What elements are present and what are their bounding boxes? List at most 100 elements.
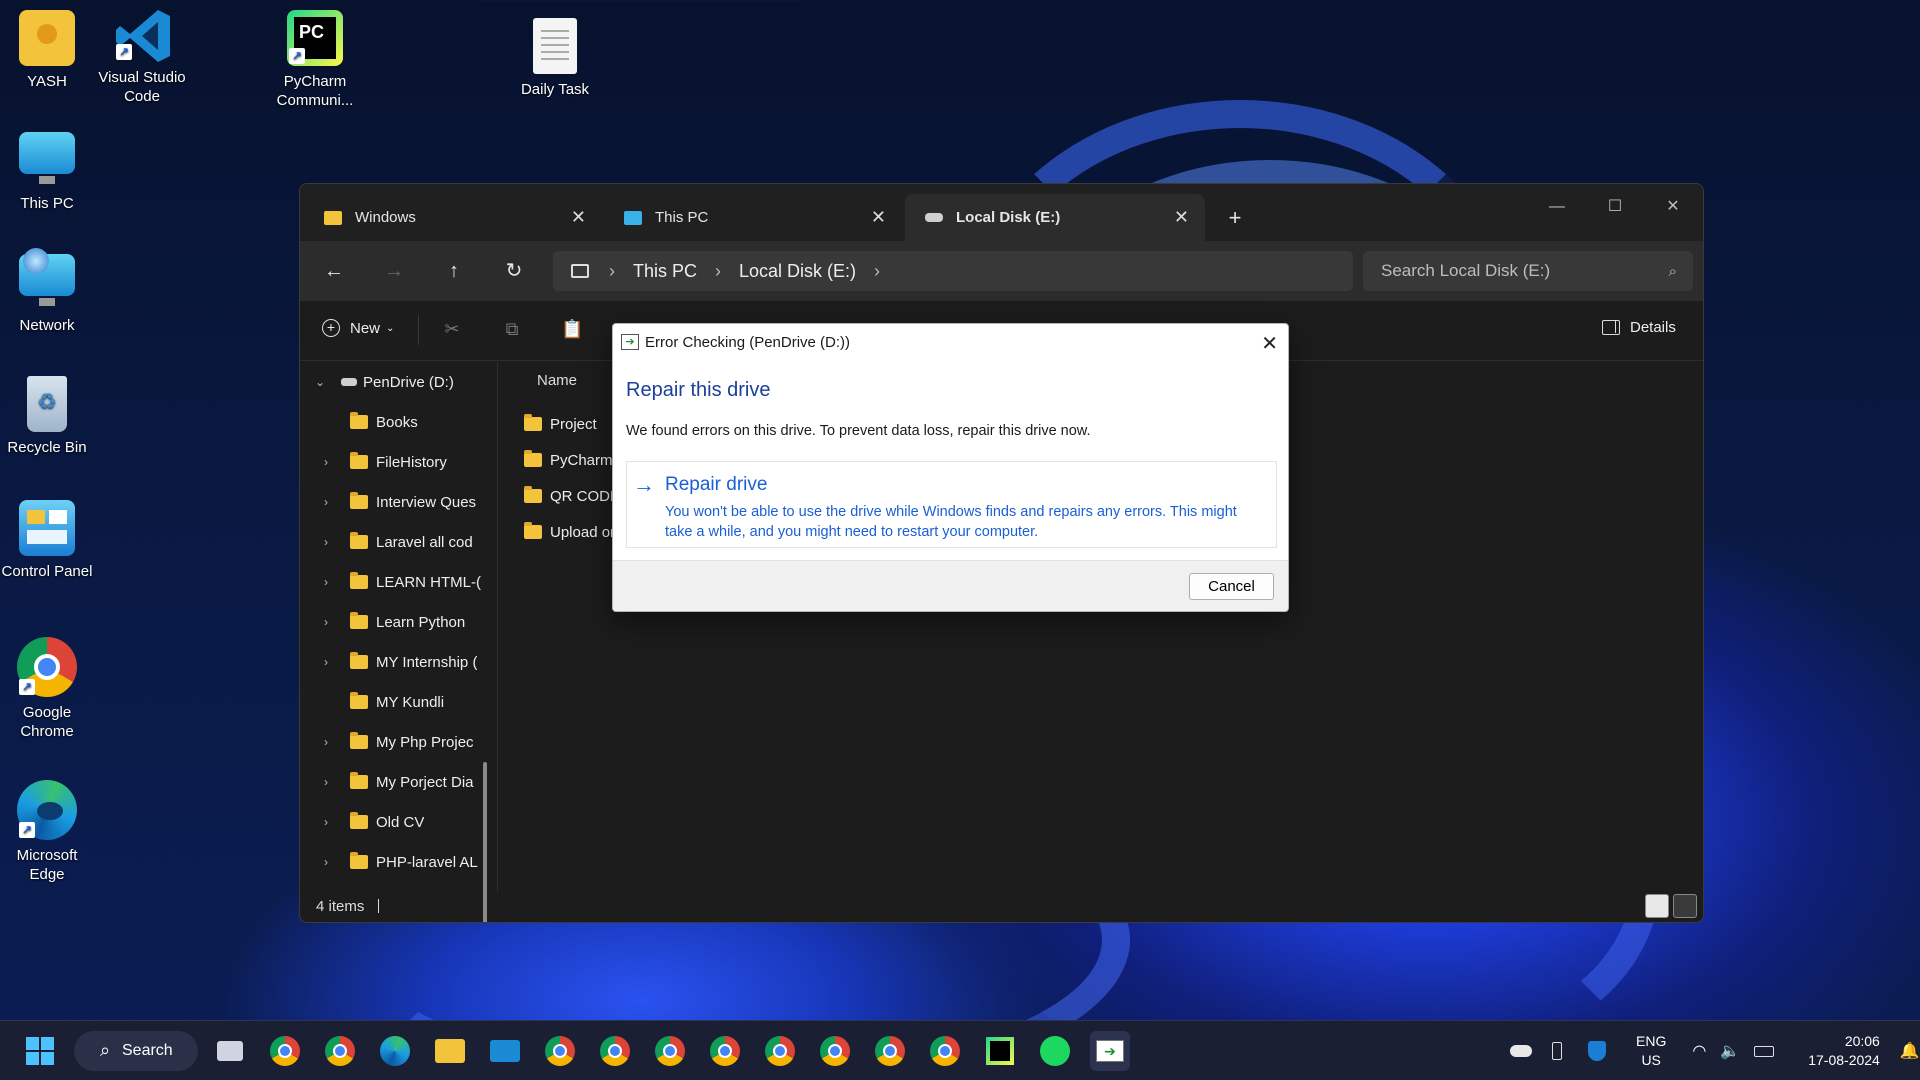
close-tab-icon[interactable]: ✕ bbox=[571, 207, 586, 228]
address-bar[interactable]: › This PC › Local Disk (E:) › bbox=[553, 251, 1353, 291]
region-label: US bbox=[1641, 1052, 1661, 1068]
breadcrumb-local-disk[interactable]: Local Disk (E:) bbox=[739, 261, 856, 282]
volume-icon[interactable]: 🔈 bbox=[1720, 1041, 1740, 1061]
paste-icon[interactable]: 📋 bbox=[561, 319, 583, 341]
tree-item[interactable]: MY Kundli bbox=[324, 682, 444, 722]
chrome-profile-icon[interactable] bbox=[760, 1031, 800, 1071]
mail-icon[interactable] bbox=[485, 1031, 525, 1071]
close-window-button[interactable]: ✕ bbox=[1650, 192, 1696, 222]
desktop-icon-pycharm[interactable]: PC ↗ PyCharm Communi... bbox=[267, 10, 363, 110]
desktop-icon-google-chrome[interactable]: ↗ Google Chrome bbox=[0, 637, 95, 741]
desktop-icon-yash[interactable]: YASH bbox=[0, 10, 95, 91]
start-button[interactable] bbox=[20, 1031, 60, 1071]
cut-icon[interactable]: ✂ bbox=[441, 319, 463, 341]
error-checking-taskbar-icon[interactable]: ➔ bbox=[1090, 1031, 1130, 1071]
tab-local-disk-e[interactable]: Local Disk (E:) ✕ bbox=[905, 194, 1205, 241]
tab-this-pc[interactable]: This PC ✕ bbox=[604, 194, 902, 241]
wifi-icon[interactable]: ◠ bbox=[1692, 1041, 1706, 1061]
tree-item[interactable]: › PHP-laravel AL bbox=[324, 842, 478, 882]
repair-drive-option[interactable]: → Repair drive You won't be able to use … bbox=[626, 461, 1277, 548]
tree-item[interactable]: › MY Internship ( bbox=[324, 642, 477, 682]
chevron-right-icon[interactable]: › bbox=[324, 735, 338, 749]
chevron-right-icon[interactable]: › bbox=[324, 455, 338, 469]
close-tab-icon[interactable]: ✕ bbox=[1174, 207, 1189, 228]
pycharm-icon[interactable] bbox=[980, 1031, 1020, 1071]
details-view-button[interactable] bbox=[1645, 894, 1669, 918]
chrome-profile-icon[interactable] bbox=[595, 1031, 635, 1071]
chevron-right-icon[interactable]: › bbox=[324, 775, 338, 789]
desktop-icon-this-pc[interactable]: This PC bbox=[0, 132, 95, 213]
chrome-profile-icon[interactable] bbox=[320, 1031, 360, 1071]
notification-bell-icon[interactable]: 🔔 bbox=[1900, 1041, 1920, 1061]
close-icon[interactable]: ✕ bbox=[1261, 331, 1278, 356]
desktop-icon-vscode[interactable]: ↗ Visual Studio Code bbox=[94, 6, 190, 106]
chevron-right-icon[interactable]: › bbox=[324, 615, 338, 629]
list-item[interactable]: Upload or bbox=[524, 514, 615, 550]
tree-item[interactable]: › My Porject Dia bbox=[324, 762, 474, 802]
desktop-icon-control-panel[interactable]: Control Panel bbox=[0, 500, 95, 581]
clock[interactable]: 20:06 17-08-2024 bbox=[1808, 1032, 1880, 1070]
task-view-icon[interactable] bbox=[210, 1031, 250, 1071]
language-indicator[interactable]: ENG US bbox=[1636, 1032, 1666, 1070]
list-item[interactable]: PyCharm ( bbox=[524, 442, 622, 478]
copy-icon[interactable]: ⧉ bbox=[501, 319, 523, 341]
chrome-profile-icon[interactable] bbox=[870, 1031, 910, 1071]
tree-item-pendrive[interactable]: ⌄ PenDrive (D:) bbox=[315, 362, 454, 402]
chevron-right-icon[interactable]: › bbox=[324, 855, 338, 869]
chevron-right-icon[interactable]: › bbox=[324, 815, 338, 829]
tree-item[interactable]: › My Php Projec bbox=[324, 722, 474, 762]
file-explorer-icon[interactable] bbox=[430, 1031, 470, 1071]
usb-icon[interactable] bbox=[1552, 1042, 1562, 1060]
tree-item[interactable]: › Interview Ques bbox=[324, 482, 476, 522]
chevron-right-icon[interactable]: › bbox=[324, 655, 338, 669]
battery-icon[interactable] bbox=[1754, 1045, 1775, 1057]
close-tab-icon[interactable]: ✕ bbox=[871, 207, 886, 228]
refresh-button[interactable]: ↻ bbox=[498, 255, 530, 287]
chevron-right-icon[interactable]: › bbox=[324, 535, 338, 549]
chevron-right-icon[interactable]: › bbox=[324, 575, 338, 589]
details-button[interactable]: Details bbox=[1602, 319, 1676, 336]
new-button[interactable]: + New ⌄ bbox=[322, 319, 394, 337]
chrome-icon[interactable] bbox=[265, 1031, 305, 1071]
chevron-right-icon[interactable]: › bbox=[874, 261, 880, 282]
cancel-button[interactable]: Cancel bbox=[1189, 573, 1274, 600]
tree-item-label: PHP-laravel AL bbox=[376, 853, 478, 871]
up-button[interactable]: ↑ bbox=[438, 255, 470, 287]
new-tab-button[interactable]: + bbox=[1215, 194, 1255, 241]
tree-item[interactable]: › Old CV bbox=[324, 802, 424, 842]
spotify-icon[interactable] bbox=[1035, 1031, 1075, 1071]
desktop-icon-recycle-bin[interactable]: ♻ Recycle Bin bbox=[0, 376, 95, 457]
tree-item[interactable]: › Learn Python bbox=[324, 602, 465, 642]
chevron-right-icon[interactable]: › bbox=[324, 495, 338, 509]
desktop-icon-microsoft-edge[interactable]: ↗ Microsoft Edge bbox=[0, 780, 95, 884]
tree-item[interactable]: Books bbox=[324, 402, 418, 442]
tree-item[interactable]: › FileHistory bbox=[324, 442, 447, 482]
search-box[interactable]: Search Local Disk (E:) ⌕ bbox=[1363, 251, 1693, 291]
list-item[interactable]: Project bbox=[524, 406, 597, 442]
column-header-name[interactable]: Name bbox=[537, 372, 577, 389]
minimize-button[interactable]: — bbox=[1534, 192, 1580, 222]
chrome-profile-icon[interactable] bbox=[705, 1031, 745, 1071]
tab-windows[interactable]: Windows ✕ bbox=[304, 194, 602, 241]
tree-item[interactable]: › Laravel all cod bbox=[324, 522, 473, 562]
back-button[interactable]: ← bbox=[318, 255, 350, 287]
onedrive-icon[interactable] bbox=[1510, 1045, 1532, 1057]
folder-icon bbox=[350, 532, 368, 549]
desktop-icon-network[interactable]: Network bbox=[0, 248, 95, 335]
list-item[interactable]: QR CODE bbox=[524, 478, 620, 514]
desktop-icon-daily-task[interactable]: Daily Task bbox=[507, 18, 603, 99]
forward-button[interactable]: → bbox=[378, 255, 410, 287]
breadcrumb-this-pc[interactable]: This PC bbox=[633, 261, 697, 282]
chrome-profile-icon[interactable] bbox=[650, 1031, 690, 1071]
edge-icon[interactable] bbox=[375, 1031, 415, 1071]
maximize-button[interactable]: ☐ bbox=[1592, 192, 1638, 222]
chrome-profile-icon[interactable] bbox=[925, 1031, 965, 1071]
plus-icon: + bbox=[1228, 204, 1242, 230]
taskbar-search[interactable]: ⌕ Search bbox=[74, 1031, 198, 1071]
chrome-profile-icon[interactable] bbox=[540, 1031, 580, 1071]
tiles-view-button[interactable] bbox=[1673, 894, 1697, 918]
tree-item[interactable]: › LEARN HTML-( bbox=[324, 562, 481, 602]
chevron-down-icon[interactable]: ⌄ bbox=[315, 375, 329, 389]
chrome-profile-icon[interactable] bbox=[815, 1031, 855, 1071]
security-shield-icon[interactable] bbox=[1588, 1041, 1606, 1061]
